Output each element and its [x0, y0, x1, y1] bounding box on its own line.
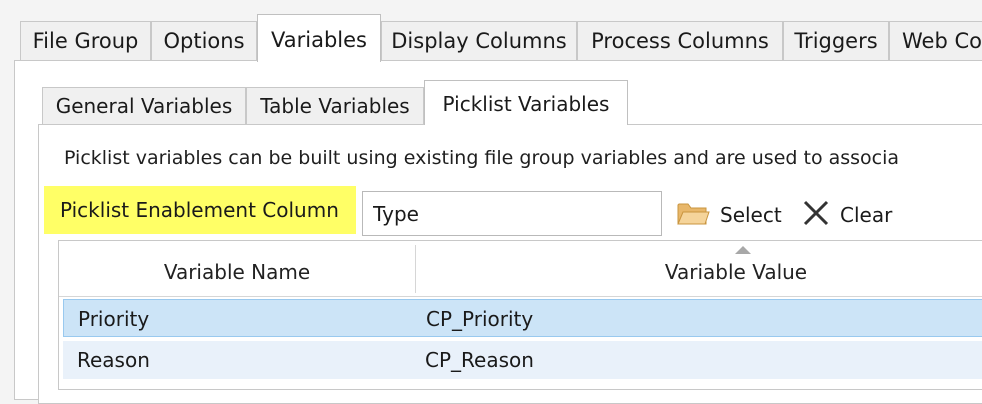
table-row[interactable]: Reason CP_Reason [63, 341, 982, 379]
cell-variable-name: Reason [77, 348, 150, 372]
tab-process-columns[interactable]: Process Columns [577, 21, 783, 60]
tab-picklist-variables[interactable]: Picklist Variables [424, 80, 628, 125]
column-header-variable-value[interactable]: Variable Value [416, 241, 982, 296]
select-label: Select [720, 203, 782, 227]
cell-variable-name: Priority [78, 307, 150, 331]
tab-options[interactable]: Options [151, 21, 257, 60]
picklist-enablement-input[interactable] [362, 191, 662, 236]
tab-table-variables[interactable]: Table Variables [246, 87, 424, 124]
column-header-variable-name[interactable]: Variable Name [59, 241, 415, 296]
cell-variable-value: CP_Priority [426, 307, 534, 331]
grid-header: Variable Name Variable Value [59, 241, 982, 297]
picklist-description: Picklist variables can be built using ex… [64, 147, 900, 169]
select-button[interactable]: Select [676, 197, 782, 233]
tab-file-group[interactable]: File Group [20, 21, 151, 60]
variables-grid: Variable Name Variable Value Priority CP… [58, 240, 982, 390]
clear-label: Clear [840, 203, 893, 227]
clear-button[interactable]: Clear [802, 197, 892, 233]
table-row[interactable]: Priority CP_Priority [63, 299, 982, 337]
tab-triggers[interactable]: Triggers [783, 21, 889, 60]
picklist-enablement-label: Picklist Enablement Column [44, 186, 356, 234]
tab-display-columns[interactable]: Display Columns [381, 21, 577, 60]
cell-variable-value: CP_Reason [425, 348, 534, 372]
tab-variables[interactable]: Variables [257, 14, 381, 62]
tab-web-config[interactable]: Web Co [889, 21, 982, 60]
folder-icon [676, 199, 710, 232]
sort-ascending-icon [735, 246, 751, 254]
tab-general-variables[interactable]: General Variables [42, 87, 246, 124]
close-icon [802, 199, 830, 232]
